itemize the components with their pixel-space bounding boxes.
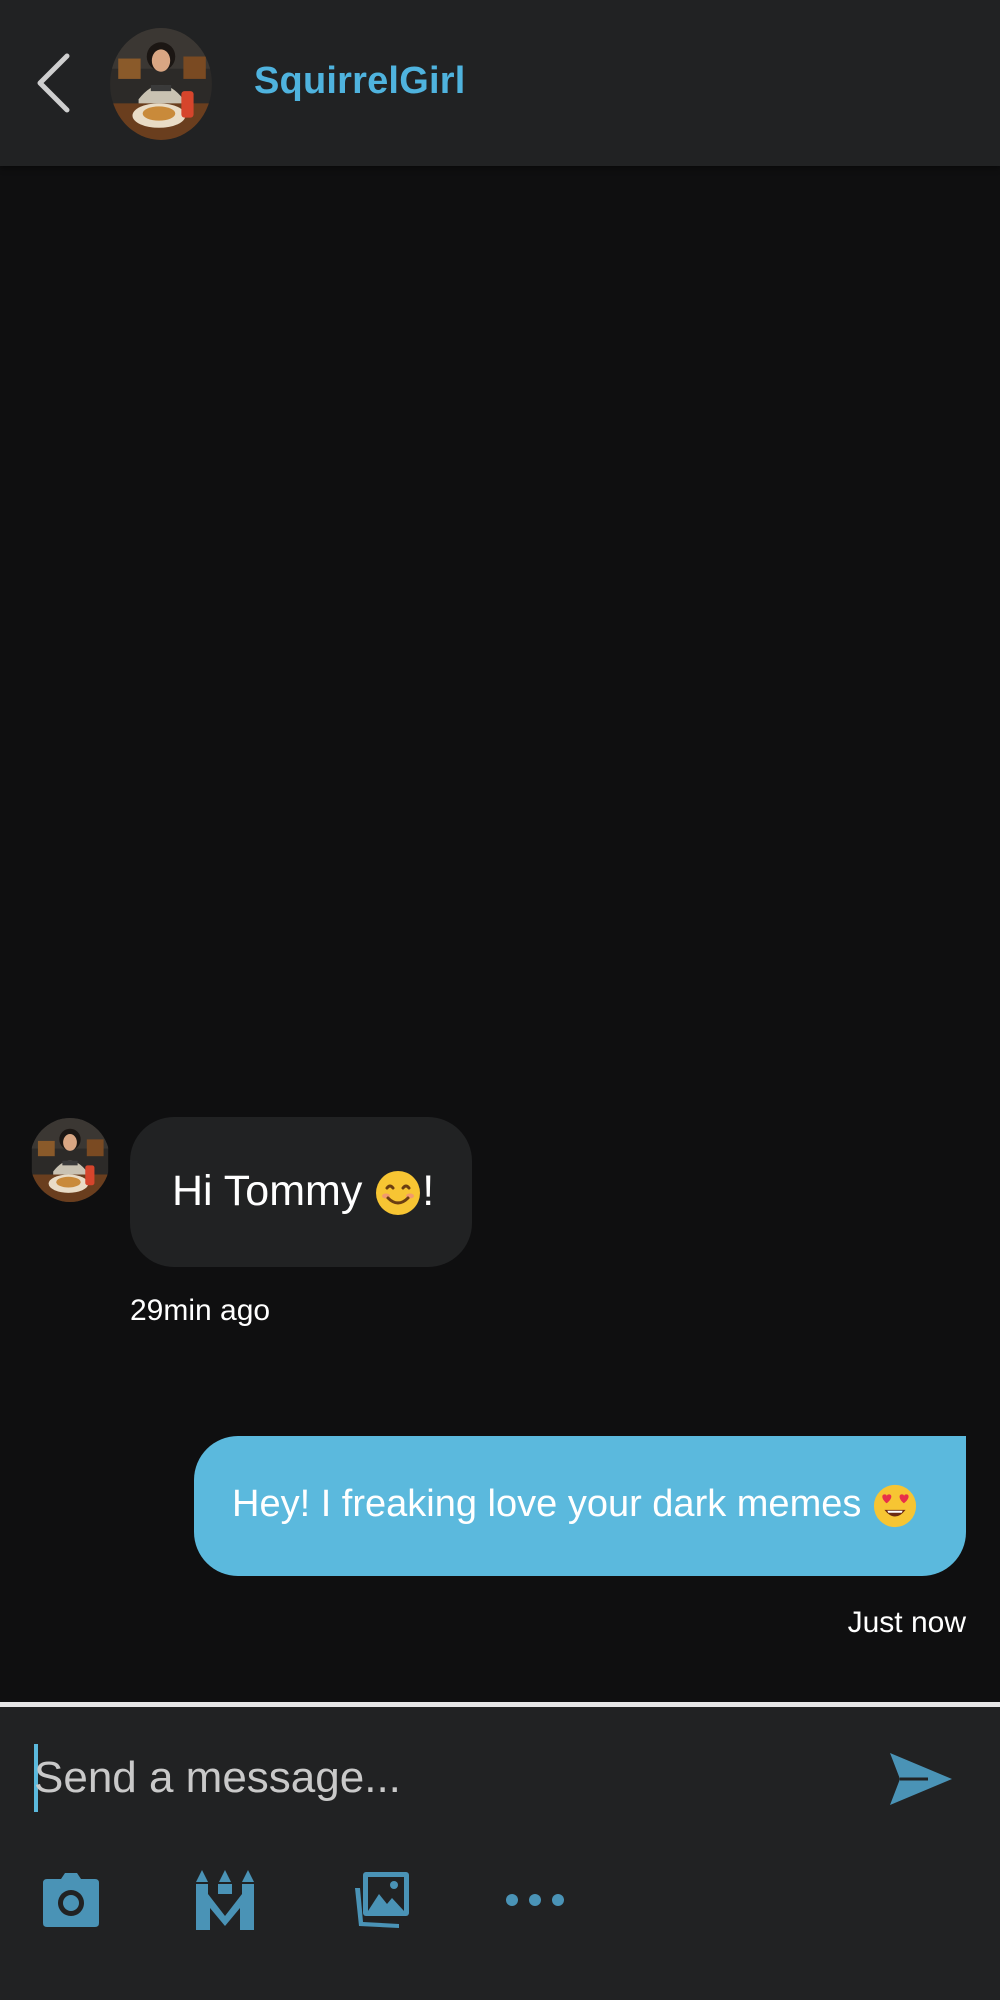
chat-screen: SquirrelGirl Hi Tommy ! 29min ago Hey! I… bbox=[0, 0, 1000, 2000]
contact-name[interactable]: SquirrelGirl bbox=[254, 60, 465, 103]
send-button[interactable] bbox=[888, 1751, 954, 1807]
chevron-left-icon bbox=[37, 53, 70, 113]
message-text: Hey! I freaking love your dark memes bbox=[232, 1483, 918, 1529]
camera-icon bbox=[43, 1873, 99, 1927]
chat-header: SquirrelGirl bbox=[0, 0, 1000, 166]
gallery-button[interactable] bbox=[348, 1867, 414, 1933]
message-input[interactable] bbox=[34, 1737, 854, 1819]
camera-button[interactable] bbox=[38, 1867, 104, 1933]
message-text: Hi Tommy ! bbox=[172, 1167, 434, 1218]
outgoing-message-bubble[interactable]: Hey! I freaking love your dark memes bbox=[194, 1436, 966, 1576]
sender-photo bbox=[31, 1118, 109, 1202]
meme-button[interactable] bbox=[192, 1867, 258, 1933]
more-icon bbox=[506, 1894, 564, 1906]
message-timestamp: Just now bbox=[847, 1606, 966, 1639]
contact-photo bbox=[110, 28, 212, 140]
message-composer bbox=[0, 1707, 1000, 2000]
incoming-message-bubble[interactable]: Hi Tommy ! bbox=[130, 1117, 472, 1267]
gallery-icon bbox=[355, 1872, 409, 1928]
meme-crown-icon bbox=[196, 1870, 254, 1930]
send-icon bbox=[890, 1753, 952, 1805]
more-options-button[interactable] bbox=[502, 1867, 568, 1933]
contact-avatar[interactable] bbox=[110, 28, 212, 140]
heart-eyes-emoji-icon bbox=[873, 1484, 917, 1528]
sender-avatar[interactable] bbox=[30, 1118, 110, 1202]
smiling-face-emoji-icon bbox=[376, 1171, 421, 1216]
back-button[interactable] bbox=[28, 48, 78, 118]
message-timestamp: 29min ago bbox=[130, 1294, 271, 1327]
